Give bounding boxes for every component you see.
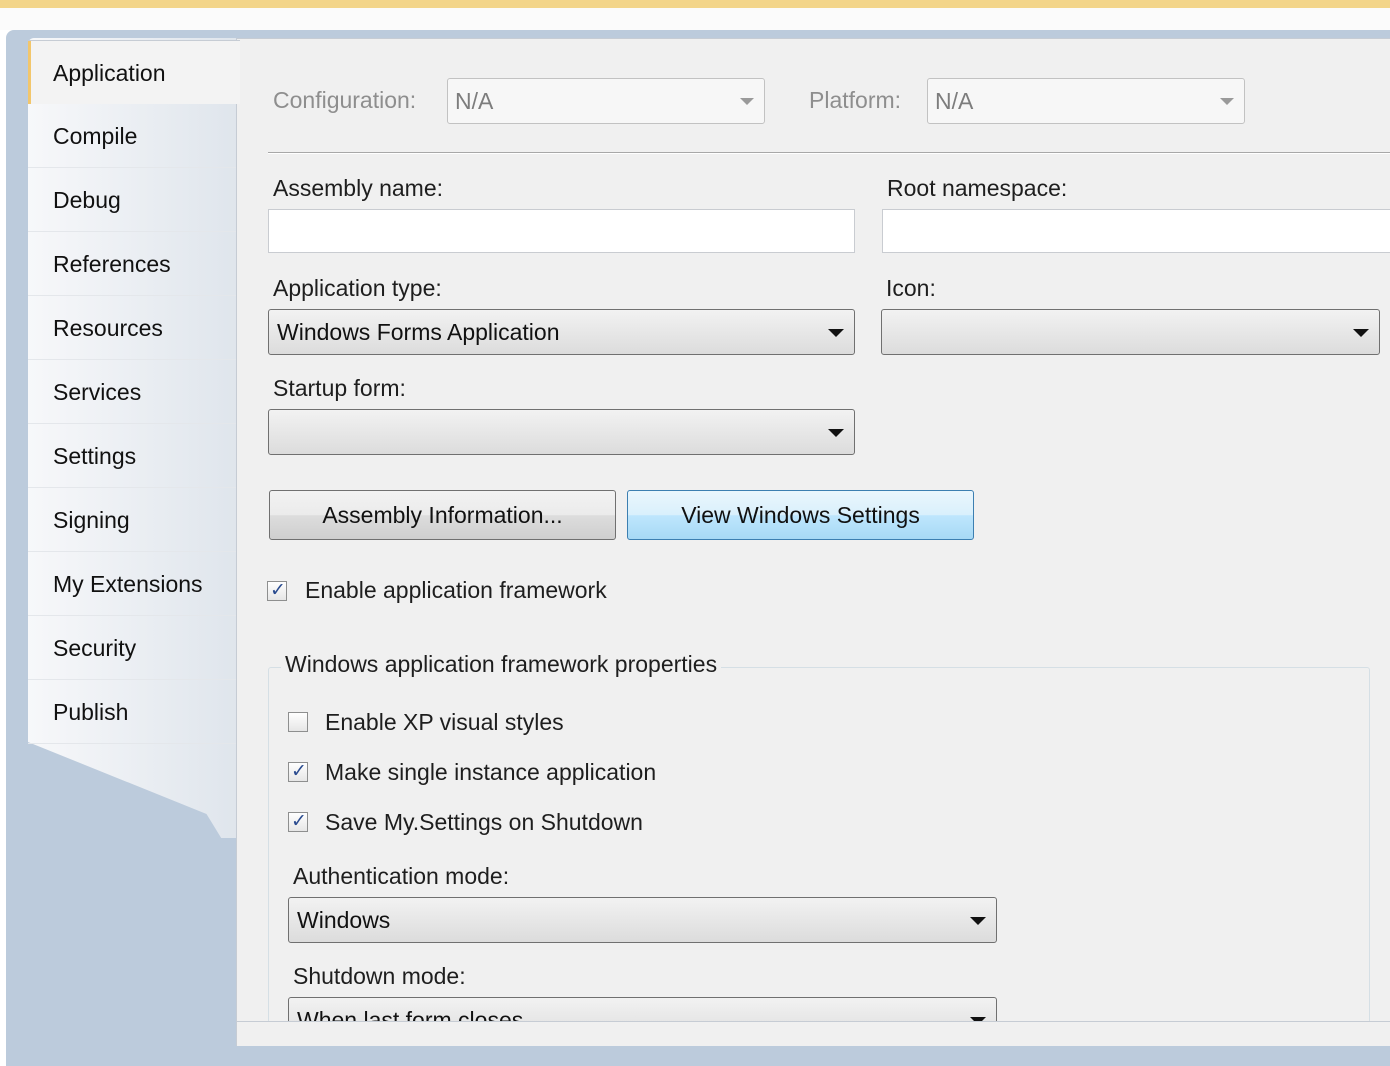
- configuration-value: N/A: [455, 88, 494, 114]
- top-strip: [0, 8, 1390, 30]
- assembly-name-field[interactable]: [268, 209, 855, 253]
- tab-label: Compile: [53, 123, 138, 149]
- tab-label: Resources: [53, 315, 163, 341]
- checkmark-icon: ✓: [270, 579, 286, 601]
- platform-label: Platform:: [809, 87, 902, 113]
- startup-form-label: Startup form:: [273, 375, 406, 401]
- tab-label: Debug: [53, 187, 121, 213]
- tab-application[interactable]: Application: [28, 40, 240, 104]
- configuration-dropdown[interactable]: N/A: [447, 78, 765, 124]
- framework-group-title: Windows application framework properties: [281, 651, 722, 678]
- tab-compile[interactable]: Compile: [28, 104, 238, 168]
- shutdown-mode-label: Shutdown mode:: [293, 963, 466, 989]
- assembly-name-label: Assembly name:: [273, 175, 444, 201]
- header-separator: [268, 152, 1390, 154]
- tab-publish[interactable]: Publish: [28, 680, 238, 744]
- startup-form-dropdown[interactable]: [268, 409, 855, 455]
- application-page: Configuration: N/A Platform: N/A Assembl…: [236, 38, 1390, 1046]
- root-namespace-label: Root namespace:: [887, 175, 1068, 201]
- tab-label: Application: [53, 60, 166, 86]
- icon-label: Icon:: [886, 275, 936, 301]
- tab-label: References: [53, 251, 171, 277]
- authentication-mode-dropdown[interactable]: Windows: [288, 897, 997, 943]
- tab-label: Services: [53, 379, 142, 405]
- tab-my-extensions[interactable]: My Extensions: [28, 552, 238, 616]
- tab-resources[interactable]: Resources: [28, 296, 238, 360]
- single-instance-checkbox[interactable]: ✓: [288, 760, 308, 782]
- scroll-clip-edge: [237, 1021, 1390, 1046]
- top-accent-bar: [0, 0, 1390, 8]
- chevron-down-icon: [1220, 98, 1234, 105]
- enable-framework-checkbox[interactable]: ✓: [267, 579, 287, 601]
- icon-dropdown[interactable]: [881, 309, 1380, 355]
- save-settings-label: Save My.Settings on Shutdown: [325, 809, 643, 835]
- chevron-down-icon: [1353, 329, 1369, 337]
- tab-security[interactable]: Security: [28, 616, 238, 680]
- chevron-down-icon: [828, 429, 844, 437]
- application-type-label: Application type:: [273, 275, 442, 301]
- tab-label: Publish: [53, 699, 129, 725]
- tab-label: My Extensions: [53, 571, 203, 597]
- tab-settings[interactable]: Settings: [28, 424, 238, 488]
- xp-visual-styles-label: Enable XP visual styles: [325, 709, 564, 735]
- application-type-dropdown[interactable]: Windows Forms Application: [268, 309, 855, 355]
- platform-dropdown[interactable]: N/A: [927, 78, 1245, 124]
- assembly-information-button[interactable]: Assembly Information...: [269, 490, 616, 540]
- enable-framework-label: Enable application framework: [305, 577, 607, 603]
- tab-label: Security: [53, 635, 137, 661]
- checkmark-icon: ✓: [291, 760, 307, 782]
- platform-value: N/A: [935, 88, 974, 114]
- tab-label: Settings: [53, 443, 137, 469]
- tab-debug[interactable]: Debug: [28, 168, 238, 232]
- root-namespace-field[interactable]: [882, 209, 1390, 253]
- application-type-value: Windows Forms Application: [277, 319, 560, 345]
- tab-signing[interactable]: Signing: [28, 488, 238, 552]
- chevron-down-icon: [740, 98, 754, 105]
- tab-services[interactable]: Services: [28, 360, 238, 424]
- checkmark-icon: ✓: [291, 810, 307, 832]
- view-windows-settings-button[interactable]: View Windows Settings: [627, 490, 974, 540]
- configuration-label: Configuration:: [273, 87, 417, 113]
- single-instance-label: Make single instance application: [325, 759, 657, 785]
- authentication-mode-label: Authentication mode:: [293, 863, 510, 889]
- chevron-down-icon: [970, 917, 986, 925]
- save-settings-checkbox[interactable]: ✓: [288, 810, 308, 832]
- chevron-down-icon: [828, 329, 844, 337]
- tab-label: Signing: [53, 507, 130, 533]
- tab-references[interactable]: References: [28, 232, 238, 296]
- authentication-mode-value: Windows: [297, 907, 391, 933]
- xp-visual-styles-checkbox[interactable]: [288, 712, 308, 732]
